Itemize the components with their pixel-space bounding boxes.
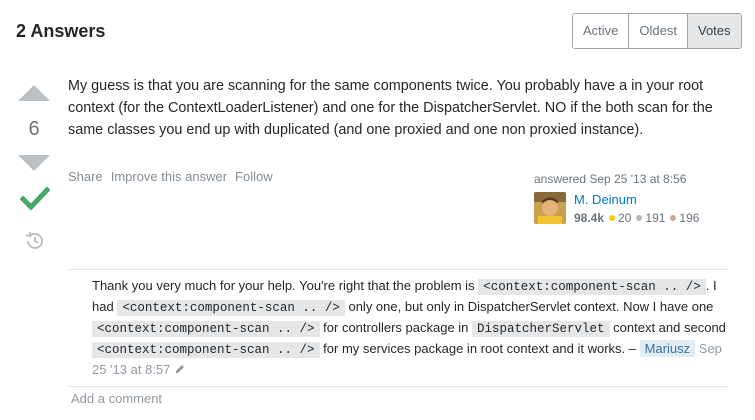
tab-oldest[interactable]: Oldest <box>628 14 687 48</box>
user-details: M. Deinum 98.4k 20 191 196 <box>574 192 704 225</box>
avatar[interactable] <box>534 192 566 224</box>
follow-link[interactable]: Follow <box>235 169 273 184</box>
inline-code: DispatcherServlet <box>472 321 610 337</box>
user-signature: answered Sep 25 '13 at 8:56 M. Deinum 98… <box>534 172 739 225</box>
user-stats: 98.4k 20 191 196 <box>574 211 704 225</box>
pencil-icon <box>176 365 185 373</box>
add-comment-link[interactable]: Add a comment <box>71 391 162 406</box>
comments-list: Thank you very much for your help. You'r… <box>68 269 728 387</box>
comment-user[interactable]: Mariusz <box>639 340 696 357</box>
vote-count: 6 <box>28 118 40 140</box>
inline-code: <context:component-scan .. /> <box>117 300 345 316</box>
bronze-badges: 196 <box>670 211 699 225</box>
silver-badge-icon <box>636 215 643 221</box>
gold-badge-icon <box>609 215 616 221</box>
gold-badges: 20 <box>609 211 631 225</box>
comment-text-3: only one, but only in DispatcherServlet … <box>344 299 714 314</box>
comment-text-6: for my services package in root context … <box>319 341 640 356</box>
answered-line: answered Sep 25 '13 at 8:56 <box>534 172 739 186</box>
user-name[interactable]: M. Deinum <box>574 192 704 208</box>
inline-code: <context:component-scan .. /> <box>92 342 320 358</box>
arrow-up-icon[interactable] <box>18 85 50 101</box>
bronze-badge-count: 196 <box>679 211 700 225</box>
share-link[interactable]: Share <box>68 169 103 184</box>
tab-active[interactable]: Active <box>573 14 629 48</box>
tab-votes[interactable]: Votes <box>686 14 741 48</box>
gold-badge-count: 20 <box>618 211 632 225</box>
arrow-down-icon[interactable] <box>18 155 50 171</box>
comment-text-4: for controllers package in <box>319 320 473 335</box>
silver-badges: 191 <box>636 211 665 225</box>
comment-text-1: Thank you very much for your help. You'r… <box>92 278 479 293</box>
post-menu: Share Improve this answer Follow <box>68 169 281 184</box>
answers-header: 2 Answers Active Oldest Votes <box>0 0 755 64</box>
silver-badge-count: 191 <box>645 211 666 225</box>
checkmark-icon[interactable] <box>20 186 50 212</box>
user-info: M. Deinum 98.4k 20 191 196 <box>534 192 704 225</box>
history-icon[interactable] <box>24 230 46 252</box>
inline-code: <context:component-scan .. /> <box>92 321 320 337</box>
bronze-badge-icon <box>670 215 677 221</box>
comment: Thank you very much for your help. You'r… <box>68 270 728 387</box>
reputation-score: 98.4k <box>574 211 605 225</box>
answered-label: answered <box>534 172 587 186</box>
answer-body: My guess is that you are scanning for th… <box>68 78 713 138</box>
sort-tabs: Active Oldest Votes <box>572 13 742 49</box>
answers-count: 2 Answers <box>16 21 106 41</box>
improve-answer-link[interactable]: Improve this answer <box>111 169 227 184</box>
answered-time[interactable]: Sep 25 '13 at 8:56 <box>589 172 686 186</box>
inline-code: <context:component-scan .. /> <box>478 279 706 295</box>
comment-text-5: context and second <box>609 320 726 335</box>
